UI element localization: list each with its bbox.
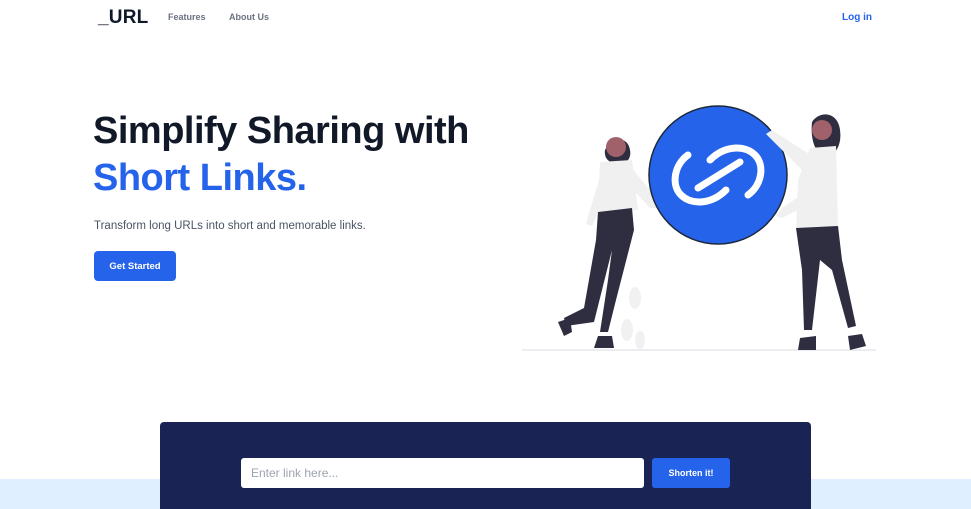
hero-illustration: [522, 105, 876, 351]
get-started-button[interactable]: Get Started: [94, 251, 176, 281]
shortener-panel: Shorten it!: [160, 422, 811, 509]
nav-link-about-us[interactable]: About Us: [229, 12, 269, 22]
top-nav: _URL Features About Us Log in: [0, 0, 971, 36]
hero-title: Simplify Sharing with Short Links.: [93, 108, 469, 202]
chain-link-icon: [648, 105, 788, 245]
nav-link-features[interactable]: Features: [168, 12, 206, 22]
hero-subtitle: Transform long URLs into short and memor…: [94, 220, 366, 232]
shorten-button[interactable]: Shorten it!: [652, 458, 730, 488]
plant-decoration: [621, 287, 645, 349]
hero-title-line1: Simplify Sharing with: [93, 110, 469, 152]
link-input[interactable]: [241, 458, 644, 488]
left-person: [558, 137, 658, 348]
hero-title-accent: Short Links.: [93, 157, 307, 199]
login-link[interactable]: Log in: [842, 12, 872, 23]
logo[interactable]: _URL: [98, 7, 148, 29]
